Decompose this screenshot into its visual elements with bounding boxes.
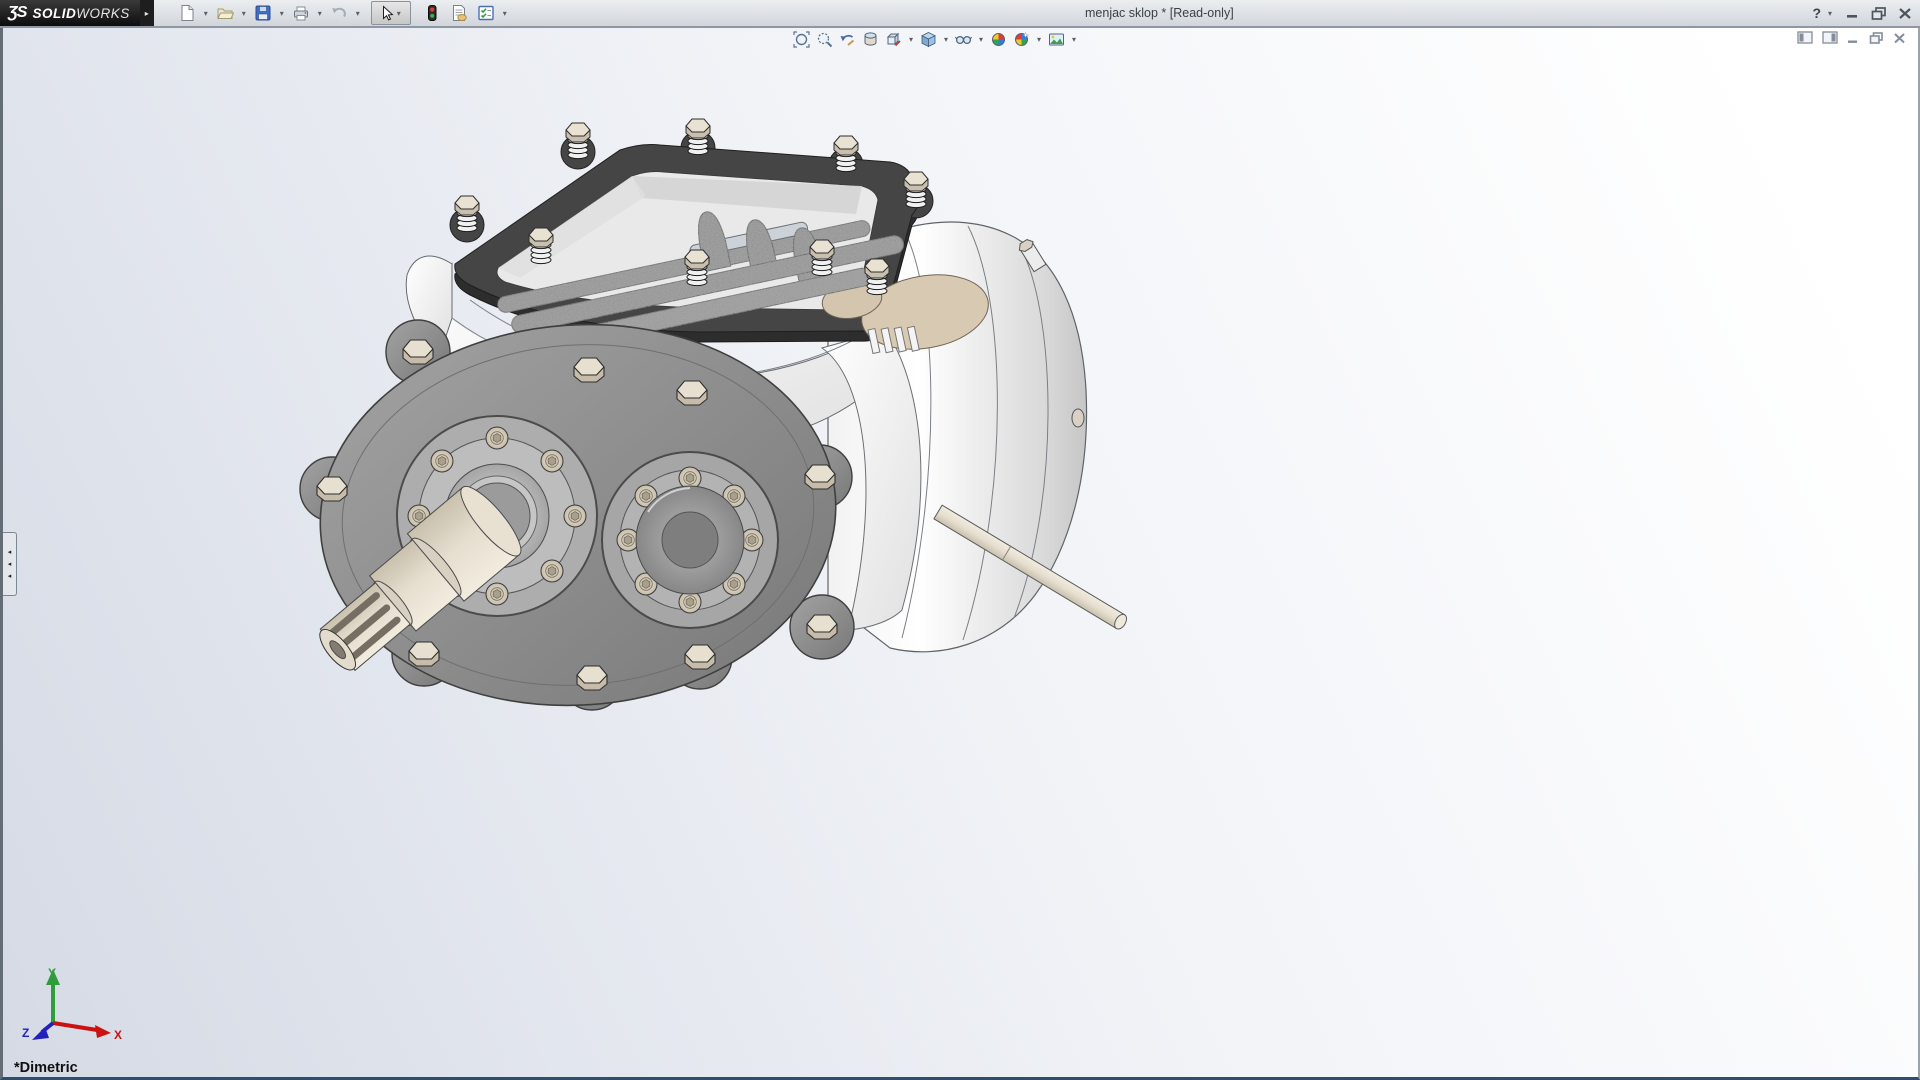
section-view-icon (864, 32, 877, 46)
pane-toggle-left-icon[interactable] (1797, 31, 1813, 44)
model-output-boss[interactable] (601, 451, 779, 629)
restore-button[interactable] (1871, 6, 1887, 20)
new-document-icon (181, 5, 194, 21)
select-dropdown-caret[interactable]: ▾ (394, 9, 404, 18)
zoom-to-fit-icon (793, 31, 810, 48)
document-window-controls (1797, 31, 1906, 44)
standard-toolbar: ▾ ▾ ▾ ▾ ▾ ▾ ▾ (174, 1, 510, 25)
view-orientation-caret[interactable]: ▾ (941, 35, 951, 44)
3d-drawing-view-icon (886, 32, 901, 47)
save-icon (255, 5, 271, 21)
solidworks-logo-glyph: ƷS (8, 4, 27, 21)
zoom-to-area-icon (817, 32, 833, 48)
minimize-button[interactable] (1846, 7, 1860, 19)
zoom-to-fit-button[interactable] (791, 29, 812, 50)
open-folder-icon (216, 8, 234, 19)
close-document-button[interactable] (1893, 32, 1906, 44)
3d-drawing-view-button[interactable] (883, 29, 904, 50)
brand-text-works: WORKS (76, 5, 130, 21)
display-style-button[interactable] (953, 29, 974, 50)
apply-scene-caret[interactable]: ▾ (1034, 35, 1044, 44)
edit-appearance-button[interactable] (988, 29, 1009, 50)
undo-button[interactable] (326, 1, 352, 25)
gearbox-3d-model[interactable] (3, 28, 1918, 1077)
traffic-light-icon (427, 5, 437, 21)
select-button[interactable]: ▾ (370, 1, 411, 25)
view-settings-button[interactable] (1046, 29, 1067, 50)
view-settings-caret[interactable]: ▾ (1069, 35, 1079, 44)
reference-triad: Y X Z (22, 966, 122, 1042)
rebuild-button[interactable] (419, 1, 445, 25)
view-cube-icon (921, 32, 936, 48)
restore-document-button[interactable] (1869, 31, 1884, 44)
window-controls: ? ▾ (1812, 0, 1912, 26)
close-button[interactable] (1898, 7, 1912, 20)
apply-scene-sphere-icon (1015, 31, 1030, 46)
y-axis-label: Y (48, 966, 56, 980)
collapse-arrow-icon: ◂ (7, 572, 12, 580)
x-axis-label: X (114, 1028, 122, 1042)
graphics-area[interactable]: ▾ ▾ ▾ ▾ ▾ ◂ ◂ ◂ Y X Z *Dimetric (0, 28, 1920, 1080)
menu-expander-arrow-icon: ▸ (144, 8, 149, 18)
file-properties-button[interactable] (446, 1, 472, 25)
minimize-document-button[interactable] (1847, 32, 1860, 44)
z-axis-label: Z (22, 1026, 29, 1040)
pane-toggle-right-icon[interactable] (1822, 31, 1838, 44)
display-style-icon (955, 35, 972, 45)
heads-up-toolbar: ▾ ▾ ▾ ▾ ▾ (791, 29, 1079, 50)
print-icon (293, 6, 308, 21)
save-button[interactable] (250, 1, 276, 25)
section-view-button[interactable] (860, 29, 881, 50)
help-dropdown-caret[interactable]: ▾ (1825, 9, 1835, 18)
apply-scene-button[interactable] (1011, 29, 1032, 50)
print-button[interactable] (288, 1, 314, 25)
zoom-to-area-button[interactable] (814, 29, 835, 50)
collapse-arrow-icon: ◂ (7, 548, 12, 556)
help-button[interactable]: ? (1812, 5, 1821, 21)
print-dropdown-caret[interactable]: ▾ (315, 9, 325, 18)
view-orientation-button[interactable] (918, 29, 939, 50)
new-button[interactable] (174, 1, 200, 25)
brand-text-solid: SOLID (32, 5, 77, 21)
file-properties-icon (452, 5, 467, 21)
display-style-caret[interactable]: ▾ (976, 35, 986, 44)
collapse-arrow-icon: ◂ (7, 560, 12, 568)
featuremanager-collapsed-tab[interactable]: ◂ ◂ ◂ (3, 532, 17, 596)
options-button[interactable] (473, 1, 499, 25)
options-dropdown-caret[interactable]: ▾ (500, 9, 510, 18)
select-cursor-icon (382, 4, 394, 21)
open-dropdown-caret[interactable]: ▾ (239, 9, 249, 18)
edit-appearance-sphere-icon (992, 33, 1005, 46)
menu-expander-button[interactable]: ▸ (139, 0, 154, 26)
solidworks-window: ƷS SOLID WORKS ▸ ▾ ▾ ▾ ▾ ▾ ▾ ▾ menjac sk… (0, 0, 1920, 1080)
3d-drawing-view-caret[interactable]: ▾ (906, 35, 916, 44)
x-axis-arrow (95, 1025, 111, 1038)
view-orientation-label: *Dimetric (14, 1060, 78, 1076)
undo-dropdown-caret[interactable]: ▾ (353, 9, 363, 18)
solidworks-logo: ƷS SOLID WORKS (0, 0, 140, 26)
title-bar: ƷS SOLID WORKS ▸ ▾ ▾ ▾ ▾ ▾ ▾ ▾ menjac sk… (0, 0, 1920, 28)
save-dropdown-caret[interactable]: ▾ (277, 9, 287, 18)
open-button[interactable] (212, 1, 238, 25)
undo-icon (331, 7, 346, 18)
view-settings-icon (1049, 33, 1064, 46)
document-title: menjac sklop * [Read-only] (1085, 6, 1234, 20)
options-checklist-icon (478, 5, 494, 21)
new-dropdown-caret[interactable]: ▾ (201, 9, 211, 18)
previous-view-button[interactable] (837, 29, 858, 50)
previous-view-icon (840, 34, 855, 46)
